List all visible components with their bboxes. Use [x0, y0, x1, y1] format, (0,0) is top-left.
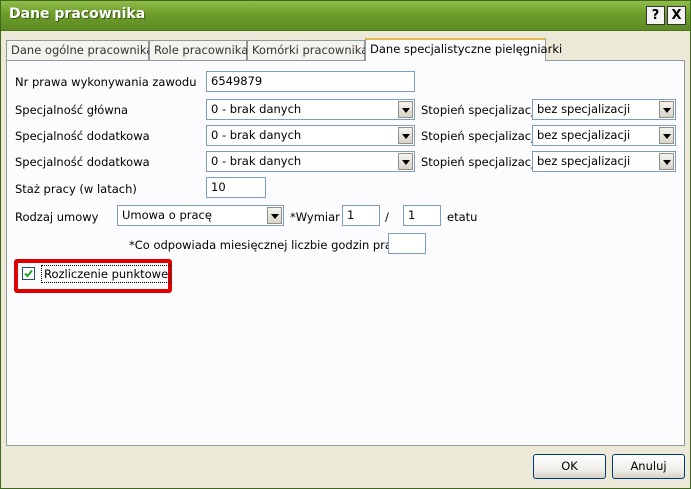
spec-add2-label: Specjalność dodatkowa — [15, 155, 150, 169]
chevron-down-icon[interactable] — [659, 101, 674, 118]
degree-label-3: Stopień specjalizacji — [421, 155, 538, 169]
spec-add2-value: 0 - brak danych — [211, 154, 302, 168]
degree-select-2[interactable]: bez specjalizacji — [532, 125, 676, 146]
degree-value-2: bez specjalizacji — [537, 128, 631, 142]
license-label: Nr prawa wykonywania zawodu — [15, 75, 197, 89]
contract-label: Rodzaj umowy — [15, 210, 99, 224]
dimension-numerator-input[interactable]: 1 — [342, 205, 380, 226]
dimension-separator: / — [385, 210, 389, 224]
license-input[interactable]: 6549879 — [206, 71, 415, 92]
degree-label-2: Stopień specjalizacji — [421, 129, 538, 143]
chevron-down-icon[interactable] — [398, 153, 413, 170]
dialog-window: Dane pracownika ? X Dane ogólne pracowni… — [0, 0, 691, 489]
degree-value-3: bez specjalizacji — [537, 154, 631, 168]
chevron-down-icon[interactable] — [398, 101, 413, 118]
window-title: Dane pracownika — [9, 6, 146, 22]
tab-nurse-specialist[interactable]: Dane specjalistyczne pielęgniarki — [365, 38, 562, 61]
hours-label: *Co odpowiada miesięcznej liczbie godzin… — [129, 238, 406, 252]
dimension-label: *Wymiar — [290, 210, 340, 224]
hours-input[interactable] — [388, 233, 426, 254]
checkmark-icon — [24, 269, 33, 278]
tab-general[interactable]: Dane ogólne pracownika — [6, 40, 153, 60]
contract-value: Umowa o pracę — [122, 208, 212, 222]
tab-roles[interactable]: Role pracownika — [149, 40, 248, 60]
ok-button[interactable]: OK — [533, 454, 606, 479]
spec-add1-label: Specjalność dodatkowa — [15, 129, 150, 143]
degree-value-1: bez specjalizacji — [537, 102, 631, 116]
chevron-down-icon[interactable] — [659, 127, 674, 144]
spec-main-label: Specjalność główna — [15, 103, 129, 117]
spec-add2-select[interactable]: 0 - brak danych — [206, 151, 415, 172]
points-checkbox[interactable] — [22, 267, 35, 280]
title-bar[interactable]: Dane pracownika ? X — [1, 1, 690, 31]
spec-main-select[interactable]: 0 - brak danych — [206, 99, 415, 120]
close-button[interactable]: X — [667, 6, 686, 25]
degree-label-1: Stopień specjalizacji — [421, 103, 538, 117]
dimension-denominator-input[interactable]: 1 — [403, 205, 441, 226]
chevron-down-icon[interactable] — [659, 153, 674, 170]
tab-cells[interactable]: Komórki pracownika — [247, 40, 368, 60]
points-checkbox-label[interactable]: Rozliczenie punktowe — [41, 265, 172, 283]
degree-select-1[interactable]: bez specjalizacji — [532, 99, 676, 120]
dimension-unit: etatu — [447, 210, 478, 224]
spec-main-value: 0 - brak danych — [211, 102, 302, 116]
degree-select-3[interactable]: bez specjalizacji — [532, 151, 676, 172]
seniority-input[interactable]: 10 — [206, 177, 266, 198]
spec-add1-value: 0 - brak danych — [211, 128, 302, 142]
seniority-label: Staż pracy (w latach) — [15, 182, 137, 196]
contract-select[interactable]: Umowa o pracę — [117, 205, 284, 226]
spec-add1-select[interactable]: 0 - brak danych — [206, 125, 415, 146]
cancel-button[interactable]: Anuluj — [612, 454, 685, 479]
chevron-down-icon[interactable] — [398, 127, 413, 144]
chevron-down-icon[interactable] — [267, 207, 282, 224]
help-button[interactable]: ? — [646, 6, 665, 25]
